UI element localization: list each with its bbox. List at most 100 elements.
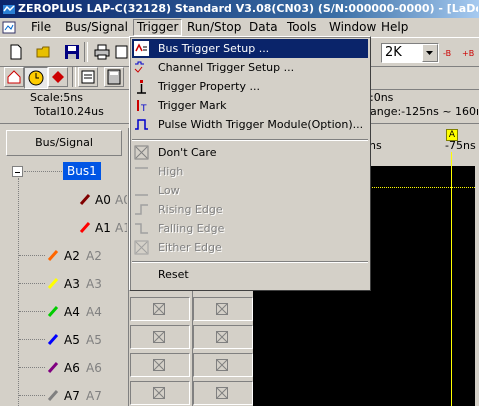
cursor-a-marker[interactable]: A	[446, 129, 458, 141]
menu-low[interactable]: Low	[132, 181, 368, 200]
new-file-icon	[10, 44, 22, 60]
channel-trigger-icon	[134, 61, 144, 73]
signal-name: A2	[64, 249, 80, 263]
menu-reset[interactable]: Reset	[132, 265, 368, 284]
clock-icon	[28, 70, 44, 86]
bus-signal-header[interactable]: Bus/Signal	[6, 130, 122, 156]
menu-trigger-mark[interactable]: T Trigger Mark	[132, 96, 368, 115]
trigger-condition-cell[interactable]	[193, 325, 253, 349]
signal-row[interactable]: A7 A7	[0, 382, 128, 406]
menu-item-label: Trigger Mark	[158, 99, 227, 112]
menu-bar: File Bus/Signal Trigger Run/Stop Data To…	[0, 18, 479, 37]
trigger-condition-cell[interactable]	[193, 297, 253, 321]
menu-trigger[interactable]: Trigger	[133, 19, 183, 36]
zoom-out-icon: -B	[443, 49, 451, 58]
menu-run-stop[interactable]: Run/Stop	[184, 20, 244, 35]
signal-alias: A0	[115, 193, 127, 207]
signal-row[interactable]: A5 A5	[0, 326, 128, 354]
zoom-in-icon: +B	[462, 49, 474, 58]
signal-row[interactable]: A4 A4	[0, 298, 128, 326]
svg-text:+B: +B	[462, 49, 474, 58]
signal-name: A7	[64, 389, 80, 403]
bus-row[interactable]: Bus1	[0, 158, 128, 186]
collapse-toggle[interactable]	[12, 166, 23, 177]
calculator-button[interactable]	[104, 67, 124, 87]
vertical-scrollbar-edge[interactable]	[475, 166, 479, 406]
signal-alias: A3	[86, 277, 102, 291]
signal-row[interactable]: A3 A3	[0, 270, 128, 298]
cursor-a-tick	[451, 152, 452, 166]
svg-text:-B: -B	[443, 49, 451, 58]
menu-rising-edge[interactable]: Rising Edge	[132, 200, 368, 219]
bus-name[interactable]: Bus1	[63, 162, 101, 180]
trigger-condition-cell[interactable]	[130, 297, 190, 321]
high-icon	[135, 167, 148, 169]
toolbar-separator	[84, 42, 88, 62]
menu-channel-trigger-setup[interactable]: Channel Trigger Setup ...	[132, 58, 368, 77]
depth-dropdown-button[interactable]	[422, 44, 438, 62]
menu-separator	[132, 261, 368, 263]
tree-line	[19, 367, 45, 368]
zoom-in-button[interactable]: +B	[460, 42, 479, 62]
new-file-button[interactable]	[6, 42, 26, 62]
signal-row[interactable]: A1 A1	[0, 214, 128, 242]
printer-icon	[94, 44, 110, 60]
save-button[interactable]	[62, 42, 82, 62]
dont-care-icon	[153, 359, 165, 371]
probe-icon	[79, 194, 91, 205]
trigger-condition-cell[interactable]	[193, 381, 253, 405]
dont-care-icon	[153, 303, 165, 315]
menu-pulse-width-trigger[interactable]: Pulse Width Trigger Module(Option)...	[132, 115, 368, 134]
depth-select[interactable]: 2K	[381, 43, 439, 63]
dont-care-icon	[216, 331, 228, 343]
cursor-a-line[interactable]	[451, 166, 452, 406]
probe-icon	[47, 390, 59, 401]
menu-tools[interactable]: Tools	[284, 20, 320, 35]
menu-falling-edge[interactable]: Falling Edge	[132, 219, 368, 238]
menu-window[interactable]: Window	[326, 20, 379, 35]
signal-row[interactable]: A2 A2	[0, 242, 128, 270]
trigger-condition-cell[interactable]	[130, 325, 190, 349]
signal-row[interactable]: A0 A0	[0, 186, 128, 214]
menu-item-label: Falling Edge	[158, 222, 225, 235]
signal-alias: A4	[86, 305, 102, 319]
state-button[interactable]	[48, 67, 68, 87]
menu-item-label: Low	[158, 184, 180, 197]
signal-alias: A6	[86, 361, 102, 375]
menu-separator	[132, 139, 368, 141]
tree-line	[19, 283, 45, 284]
title-bar: ZEROPLUS LAP-C(32128) Standard V3.08(CN0…	[0, 0, 479, 18]
menu-item-label: Either Edge	[158, 241, 222, 254]
menu-dont-care[interactable]: Don't Care	[132, 143, 368, 162]
trigger-condition-cell[interactable]	[130, 353, 190, 377]
print-button[interactable]	[92, 42, 112, 62]
probe-icon	[47, 362, 59, 373]
window-title: ZEROPLUS LAP-C(32128) Standard V3.08(CN0…	[18, 2, 478, 15]
menu-data[interactable]: Data	[246, 20, 281, 35]
trigger-property-icon	[137, 80, 146, 94]
menu-either-edge[interactable]: Either Edge	[132, 238, 368, 257]
signal-row[interactable]: A6 A6	[0, 354, 128, 382]
menu-item-label: Pulse Width Trigger Module(Option)...	[158, 118, 364, 131]
list-icon	[81, 70, 95, 84]
menu-help[interactable]: Help	[378, 20, 411, 35]
open-folder-icon	[36, 46, 50, 58]
home-button[interactable]	[4, 67, 24, 87]
menu-bus-trigger-setup[interactable]: Bus Trigger Setup ...	[132, 39, 368, 58]
menu-file[interactable]: File	[28, 20, 54, 35]
bus-list-button[interactable]	[78, 67, 98, 87]
tree-line	[19, 311, 45, 312]
menu-high[interactable]: High	[132, 162, 368, 181]
signal-alias: A7	[86, 389, 102, 403]
clock-button[interactable]	[24, 67, 48, 89]
trigger-condition-cell[interactable]	[193, 353, 253, 377]
menu-trigger-property[interactable]: Trigger Property ...	[132, 77, 368, 96]
menu-bus-signal[interactable]: Bus/Signal	[62, 20, 131, 35]
trigger-condition-cell[interactable]	[130, 381, 190, 405]
zoom-out-button[interactable]: -B	[441, 42, 461, 62]
probe-icon	[47, 278, 59, 289]
signal-alias: A5	[86, 333, 102, 347]
dont-care-icon	[216, 303, 228, 315]
open-file-button[interactable]	[34, 42, 54, 62]
signal-name: A4	[64, 305, 80, 319]
